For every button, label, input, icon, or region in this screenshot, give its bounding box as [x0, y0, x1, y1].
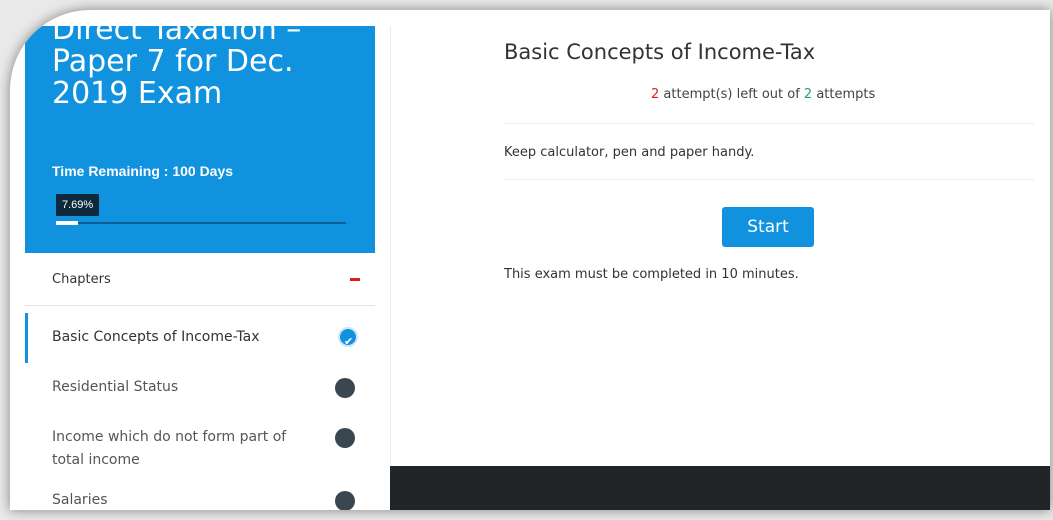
divider — [504, 179, 1034, 180]
attempts-suffix: attempts — [812, 87, 876, 102]
exam-panel: Basic Concepts of Income-Tax 2 attempt(s… — [390, 26, 1050, 466]
exam-title: Basic Concepts of Income-Tax — [504, 40, 816, 64]
chapter-item-exempt-income[interactable]: Income which do not form part of total i… — [25, 413, 375, 485]
chapter-list: Basic Concepts of Income-Tax ✔ Residenti… — [25, 313, 375, 510]
time-remaining: Time Remaining : 100 Days — [52, 163, 234, 179]
chapters-header[interactable]: Chapters — [25, 253, 375, 306]
chapter-item-basic-concepts[interactable]: Basic Concepts of Income-Tax ✔ — [25, 313, 375, 363]
chapters-heading: Chapters — [52, 272, 111, 287]
course-title: Direct Taxation – Paper 7 for Dec. 2019 … — [52, 26, 302, 111]
chapter-label: Salaries — [52, 492, 108, 508]
attempts-info: 2 attempt(s) left out of 2 attempts — [651, 87, 875, 102]
course-header: Direct Taxation – Paper 7 for Dec. 2019 … — [25, 26, 375, 253]
course-sidebar: Direct Taxation – Paper 7 for Dec. 2019 … — [25, 26, 375, 510]
exam-duration: This exam must be completed in 10 minute… — [504, 267, 799, 282]
app-frame: Direct Taxation – Paper 7 for Dec. 2019 … — [10, 10, 1050, 510]
completed-check-icon: ✔ — [338, 327, 358, 348]
progress-bar-fill — [56, 221, 79, 225]
start-button[interactable]: Start — [722, 207, 814, 247]
collapse-icon[interactable] — [350, 278, 360, 281]
pending-status-icon — [335, 491, 355, 510]
attempts-text: attempt(s) left out of — [659, 87, 804, 102]
chapter-label: Basic Concepts of Income-Tax — [52, 329, 260, 345]
divider — [504, 123, 1034, 124]
pending-status-icon — [335, 378, 355, 398]
exam-note: Keep calculator, pen and paper handy. — [504, 145, 755, 160]
attempts-total: 2 — [803, 87, 813, 102]
progress-tooltip: 7.69% — [56, 194, 100, 216]
chapter-label: Income which do not form part of total i… — [52, 429, 287, 468]
progress-bar — [56, 221, 346, 225]
footer-bar — [390, 466, 1050, 510]
chapter-item-residential-status[interactable]: Residential Status — [25, 363, 375, 413]
chapter-item-salaries[interactable]: Salaries — [25, 485, 375, 510]
chapter-label: Residential Status — [52, 379, 179, 395]
pending-status-icon — [335, 428, 355, 448]
